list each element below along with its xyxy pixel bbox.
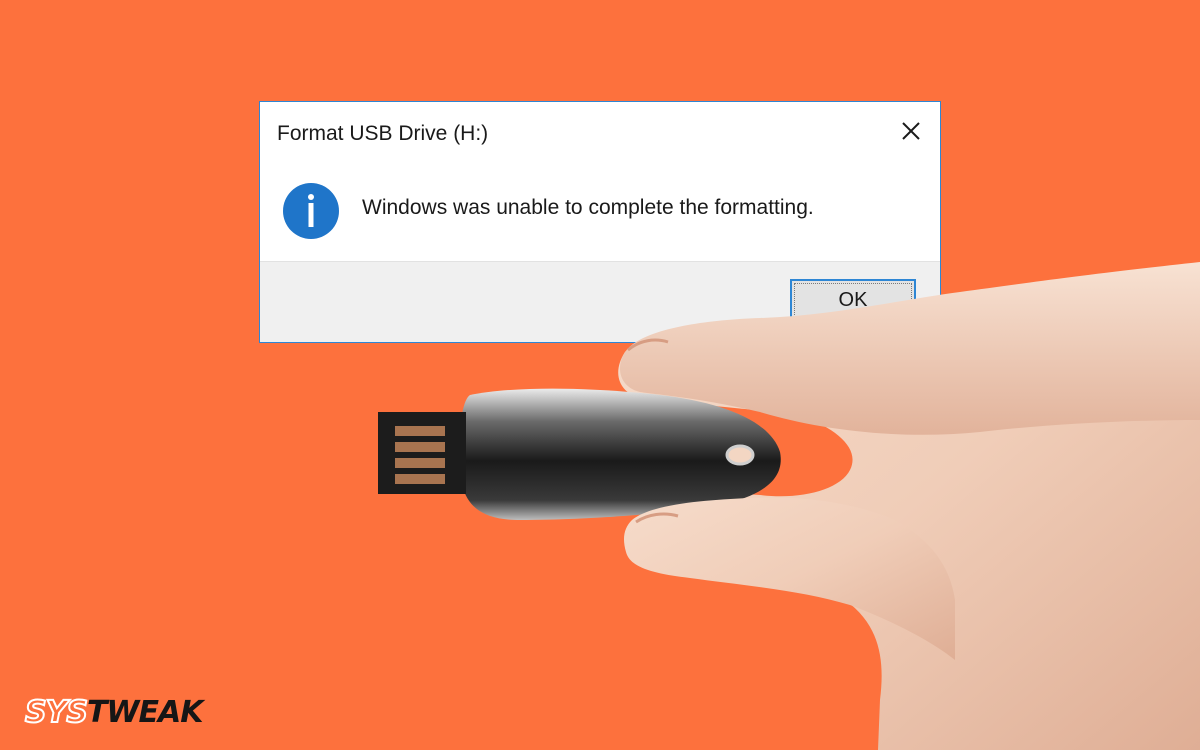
- systweak-logo: SYSTWEAK: [24, 694, 204, 731]
- logo-part-tweak: TWEAK: [86, 695, 204, 730]
- logo-part-sys: SYS: [24, 694, 89, 731]
- hand-holding-usb-drive: [378, 262, 1200, 750]
- scene: Format USB Drive (H:) Windows was unable…: [0, 0, 1200, 750]
